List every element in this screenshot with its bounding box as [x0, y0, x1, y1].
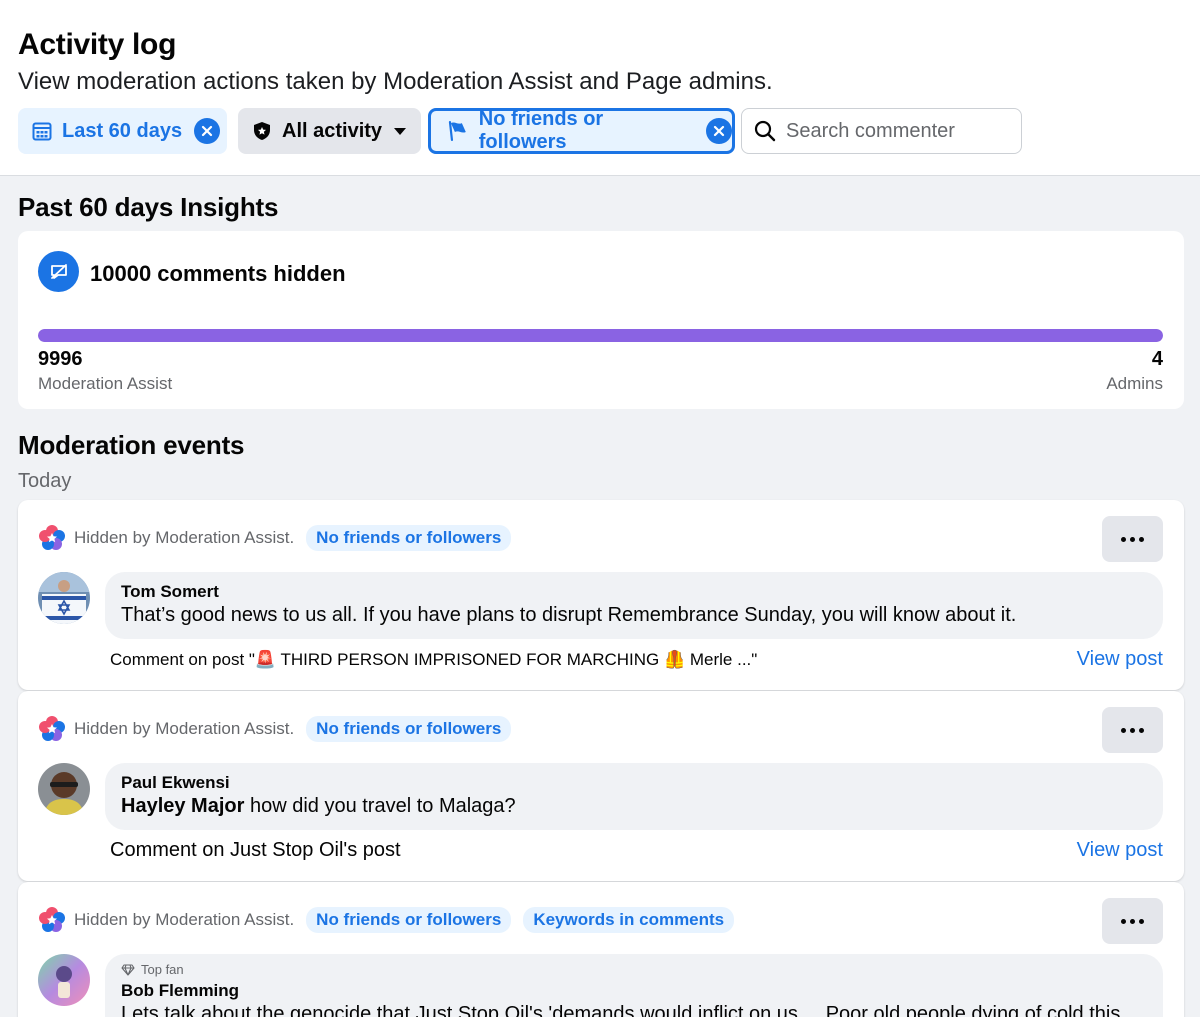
friends-filter-chip[interactable]: No friends or followers [428, 108, 735, 154]
commenter-name[interactable]: Tom Somert [121, 582, 1147, 602]
moderation-event-card: Hidden by Moderation Assist. No friends … [18, 691, 1184, 881]
more-options-button[interactable] [1102, 707, 1163, 753]
activity-filter-label: All activity [282, 119, 383, 142]
comment-text: That’s good news to us all. If you have … [121, 604, 1017, 626]
comment-bubble: Tom Somert That’s good news to us all. I… [105, 572, 1163, 639]
post-context: Comment on post "🚨 THIRD PERSON IMPRISON… [110, 650, 758, 669]
moderation-assist-bar-fill [38, 329, 1163, 342]
top-fan-label: Top fan [141, 962, 184, 977]
hidden-breakdown-bar [38, 329, 1163, 342]
event-header: Hidden by Moderation Assist. No friends … [38, 715, 512, 743]
chevron-down-icon [394, 127, 407, 135]
activity-log-header: Activity log View moderation actions tak… [0, 0, 1200, 176]
moderation-assist-icon [39, 907, 65, 932]
reason-tag: No friends or followers [306, 525, 512, 551]
event-header: Hidden by Moderation Assist. No friends … [38, 524, 512, 552]
search-icon [754, 120, 776, 142]
more-options-button[interactable] [1102, 516, 1163, 562]
search-commenter-box[interactable] [741, 108, 1022, 154]
date-filter-label: Last 60 days [62, 119, 183, 142]
view-post-link[interactable]: View post [1077, 648, 1163, 671]
hidden-by-text: Hidden by Moderation Assist. [74, 528, 295, 547]
avatar[interactable] [38, 954, 90, 1006]
comments-hidden-count: 10000 comments hidden [90, 261, 346, 286]
comment-bubble: Top fan Bob Flemming Lets talk about the… [105, 954, 1163, 1017]
hidden-by-text: Hidden by Moderation Assist. [74, 910, 295, 929]
calendar-icon [32, 122, 52, 141]
insights-card: 10000 comments hidden 9996 Moderation As… [18, 231, 1184, 409]
hidden-by-text: Hidden by Moderation Assist. [74, 719, 295, 738]
more-options-button[interactable] [1102, 898, 1163, 944]
moderation-assist-icon [39, 525, 65, 550]
close-icon [714, 125, 725, 137]
moderation-event-card: Hidden by Moderation Assist. No friends … [18, 500, 1184, 690]
page-subtitle: View moderation actions taken by Moderat… [18, 68, 773, 95]
close-icon [201, 125, 213, 137]
moderation-assist-count: 9996 [38, 348, 83, 370]
view-post-link[interactable]: View post [1077, 839, 1163, 862]
moderation-assist-label: Moderation Assist [38, 374, 173, 393]
comment-text: Hayley Major how did you travel to Malag… [121, 793, 1147, 819]
comment-body: how did you travel to Malaga? [249, 795, 516, 817]
shield-icon [254, 122, 270, 140]
comment-bubble: Paul Ekwensi Hayley Major how did you tr… [105, 763, 1163, 830]
insights-title: Past 60 days Insights [18, 192, 279, 222]
moderation-assist-icon [39, 716, 65, 741]
mentioned-user[interactable]: Hayley Major [121, 795, 244, 817]
comment-text: Lets talk about the genocide that Just S… [121, 1003, 1121, 1017]
post-context: Comment on Just Stop Oil's post [110, 839, 401, 861]
clear-friends-filter-button[interactable] [706, 118, 732, 144]
reason-tag: No friends or followers [306, 716, 512, 742]
date-filter-chip[interactable]: Last 60 days [18, 108, 227, 154]
search-commenter-input[interactable] [786, 119, 1006, 143]
admins-label: Admins [1106, 374, 1163, 393]
moderation-event-card: Hidden by Moderation Assist. No friends … [18, 882, 1184, 1017]
activity-filter-dropdown[interactable]: All activity [238, 108, 421, 154]
events-group-label: Today [18, 470, 72, 492]
clear-date-filter-button[interactable] [194, 118, 221, 144]
reason-tag: No friends or followers [306, 907, 512, 933]
event-header: Hidden by Moderation Assist. No friends … [38, 906, 735, 934]
flag-icon [448, 121, 466, 141]
friends-filter-label: No friends or followers [478, 108, 604, 153]
hidden-comment-icon [38, 251, 79, 292]
top-fan-badge: Top fan [121, 962, 1147, 977]
commenter-name[interactable]: Paul Ekwensi [121, 773, 1147, 793]
avatar[interactable] [38, 763, 90, 815]
reason-tag: Keywords in comments [523, 907, 735, 933]
admins-count: 4 [1151, 348, 1163, 370]
page-title: Activity log [18, 28, 177, 61]
avatar[interactable] [38, 572, 90, 624]
moderation-events-title: Moderation events [18, 430, 245, 460]
diamond-icon [121, 963, 135, 976]
commenter-name[interactable]: Bob Flemming [121, 981, 1147, 1001]
